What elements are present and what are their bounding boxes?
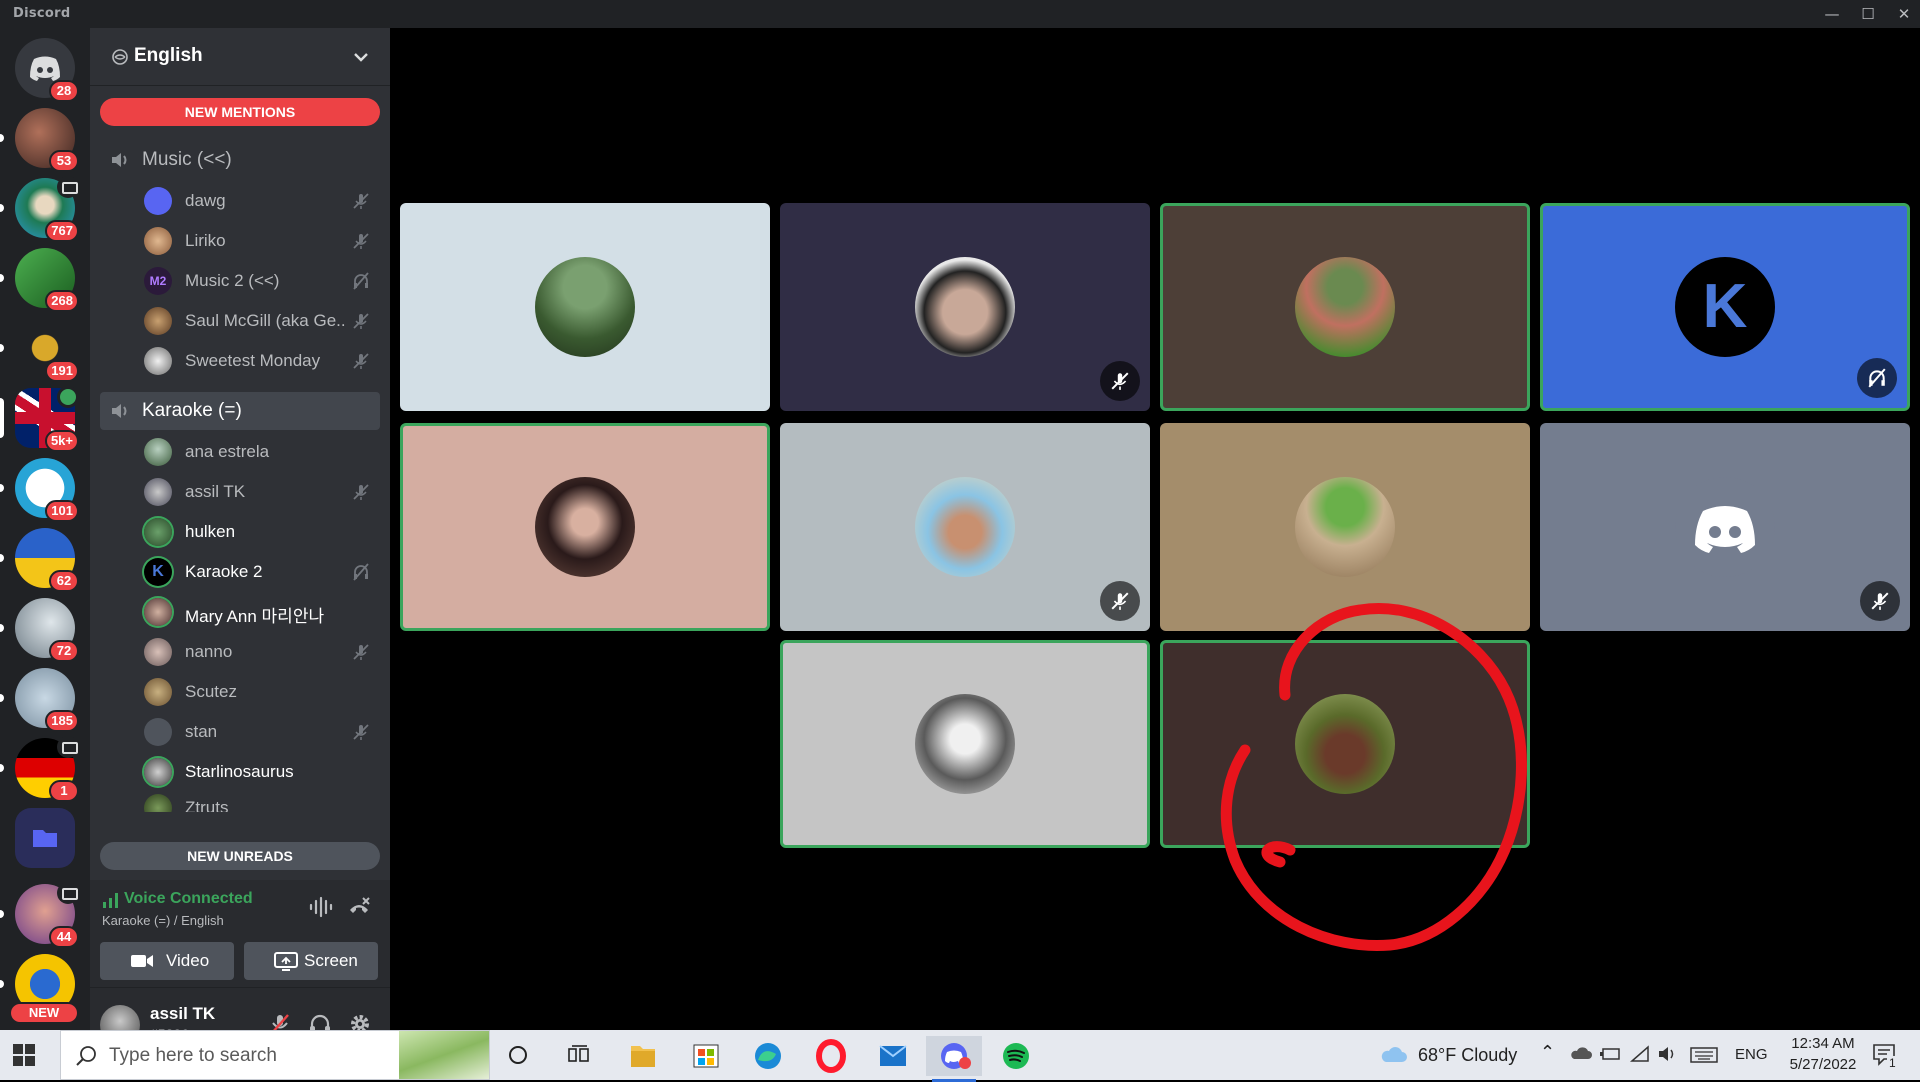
opera-browser-app[interactable]: [803, 1036, 859, 1076]
volume-icon[interactable]: [1657, 1045, 1679, 1063]
clock-date[interactable]: 5/27/2022: [1778, 1056, 1868, 1073]
annotation-circle: [1220, 603, 1527, 952]
language-indicator[interactable]: ENG: [1735, 1046, 1768, 1063]
cloudy-weather-icon: [1381, 1047, 1407, 1062]
task-view-icon[interactable]: [568, 1045, 590, 1065]
weather-text[interactable]: 68°F Cloudy: [1418, 1045, 1517, 1066]
cortana-icon[interactable]: [508, 1045, 528, 1065]
store-icon: [693, 1044, 719, 1068]
edge-browser-app[interactable]: [740, 1036, 796, 1076]
windows-taskbar: Type here to search 68°F Cloudy ⌃ ENG 12…: [0, 1030, 1920, 1082]
chevron-up-icon[interactable]: ⌃: [1540, 1042, 1555, 1063]
opera-icon: [816, 1039, 846, 1073]
battery-icon[interactable]: [1600, 1045, 1622, 1063]
mail-icon: [879, 1045, 907, 1066]
folder-icon: [631, 1046, 655, 1067]
notification-count: 1: [1887, 1056, 1898, 1070]
search-icon: [76, 1046, 96, 1066]
taskbar-search-box[interactable]: Type here to search: [60, 1030, 490, 1080]
spotify-app[interactable]: [988, 1036, 1044, 1076]
microsoft-store-app[interactable]: [678, 1036, 734, 1076]
onedrive-icon[interactable]: [1570, 1046, 1592, 1062]
edge-icon: [755, 1043, 781, 1069]
discord-app[interactable]: [926, 1036, 982, 1082]
spotify-icon: [1003, 1043, 1029, 1069]
clock-time[interactable]: 12:34 AM: [1782, 1035, 1864, 1052]
wifi-icon[interactable]: [1630, 1045, 1650, 1063]
search-placeholder: Type here to search: [109, 1045, 277, 1066]
discord-taskbar-icon: [941, 1043, 971, 1069]
search-highlight-image: [399, 1031, 489, 1079]
file-explorer-app[interactable]: [615, 1036, 671, 1076]
mail-app[interactable]: [865, 1036, 921, 1076]
windows-start-icon[interactable]: [12, 1043, 36, 1067]
keyboard-icon[interactable]: [1690, 1046, 1718, 1064]
